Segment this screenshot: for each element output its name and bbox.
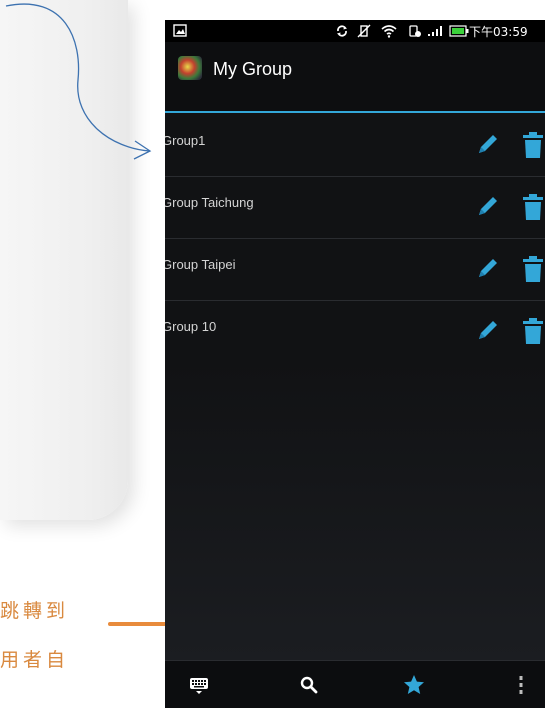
pencil-icon[interactable] xyxy=(475,255,501,281)
group-list: Group1 Group Taichung Group Taipei Group… xyxy=(165,115,545,363)
battery-icon xyxy=(449,25,469,37)
keyboard-icon[interactable] xyxy=(187,673,211,697)
group-name: Group Taipei xyxy=(165,257,236,272)
pencil-icon[interactable] xyxy=(475,193,501,219)
status-bar: 下午03:59 xyxy=(165,20,545,42)
picture-notification-icon xyxy=(173,24,187,37)
bottom-bar xyxy=(165,660,545,708)
star-icon[interactable] xyxy=(402,673,426,697)
curved-arrow xyxy=(5,3,152,160)
action-bar-divider xyxy=(165,111,545,113)
pencil-icon[interactable] xyxy=(475,131,501,157)
page-title: My Group xyxy=(213,59,293,79)
data-connection-icon xyxy=(409,25,421,37)
list-item[interactable]: Group Taipei xyxy=(165,239,545,301)
wifi-icon xyxy=(381,25,397,38)
empty-content-area xyxy=(165,360,545,660)
action-bar: My Group xyxy=(165,42,545,113)
signal-icon xyxy=(428,26,442,36)
group-name: Group 10 xyxy=(165,319,217,334)
overflow-menu-icon[interactable] xyxy=(509,673,533,697)
list-item[interactable]: Group 10 xyxy=(165,301,545,363)
pencil-icon[interactable] xyxy=(475,317,501,343)
sync-icon xyxy=(337,25,347,37)
trash-icon[interactable] xyxy=(520,193,545,221)
list-item[interactable]: Group Taichung xyxy=(165,177,545,239)
trash-icon[interactable] xyxy=(520,131,545,159)
group-name: Group Taichung xyxy=(165,195,254,210)
annotation-text-line1: 跳轉到 xyxy=(0,600,70,622)
status-time: 下午03:59 xyxy=(469,25,528,39)
annotation-text-line2: 用者自 xyxy=(0,649,70,671)
search-icon[interactable] xyxy=(297,673,321,697)
trash-icon[interactable] xyxy=(520,255,545,283)
group-name: Group1 xyxy=(165,133,206,148)
trash-icon[interactable] xyxy=(520,317,545,345)
list-item[interactable]: Group1 xyxy=(165,115,545,177)
vibrate-off-icon xyxy=(357,24,371,38)
phone-screen: 下午03:59 My Group Group1 Group Taichung G… xyxy=(165,20,545,708)
app-icon[interactable] xyxy=(178,56,202,80)
